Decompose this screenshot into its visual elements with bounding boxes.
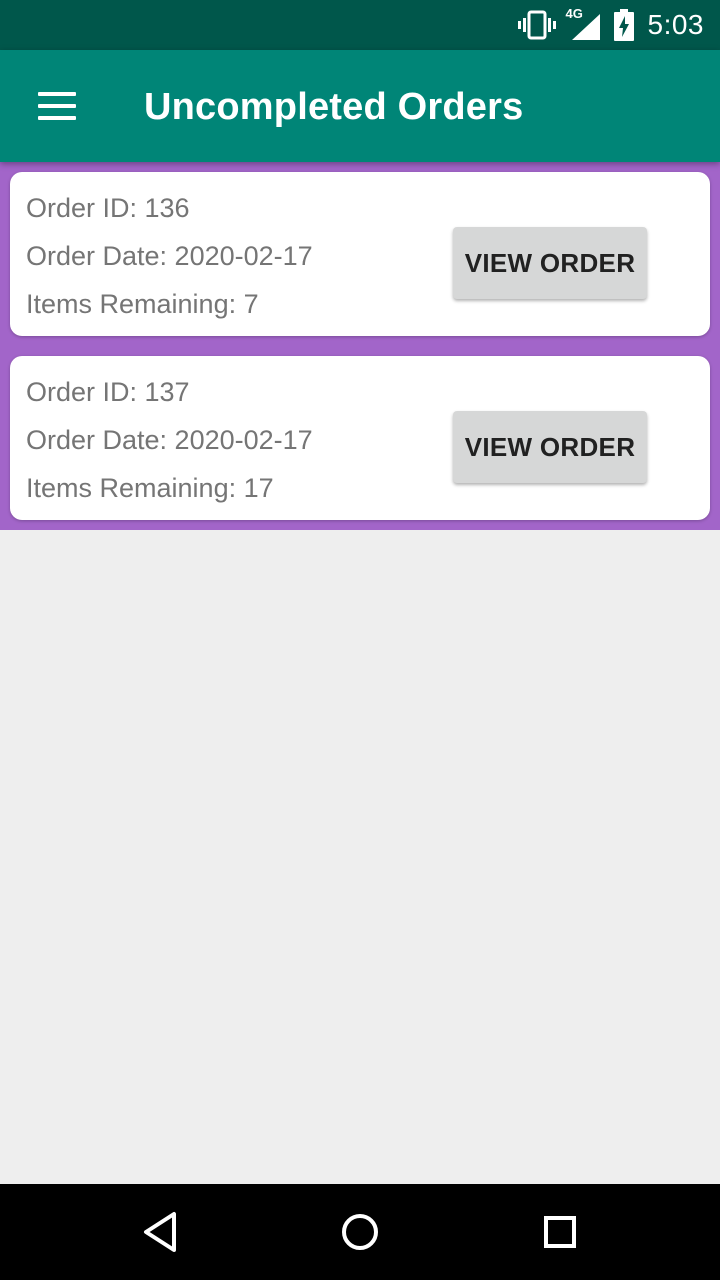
items-remaining: Items Remaining: 17 <box>26 473 274 503</box>
order-date: Order Date: 2020-02-17 <box>26 241 313 271</box>
view-order-button[interactable]: VIEW ORDER <box>453 227 647 299</box>
items-remaining: Items Remaining: 7 <box>26 289 259 319</box>
order-id: Order ID: 136 <box>26 193 190 223</box>
hamburger-menu-icon[interactable] <box>26 76 86 136</box>
orders-list: Order ID: 136 Order Date: 2020-02-17 Ite… <box>0 162 720 530</box>
order-id: Order ID: 137 <box>26 377 190 407</box>
navigation-bar <box>0 1184 720 1280</box>
signal-icon <box>571 14 600 40</box>
view-order-button[interactable]: VIEW ORDER <box>453 411 647 483</box>
status-bar: 4G 5:03 <box>0 0 720 50</box>
app-bar: Uncompleted Orders <box>0 50 720 162</box>
battery-charging-icon <box>613 9 634 41</box>
clock: 5:03 <box>647 9 704 40</box>
order-card: Order ID: 137 Order Date: 2020-02-17 Ite… <box>10 356 710 520</box>
order-card: Order ID: 136 Order Date: 2020-02-17 Ite… <box>10 172 710 336</box>
back-icon[interactable] <box>130 1202 190 1262</box>
vibrate-icon <box>517 10 556 40</box>
recents-icon[interactable] <box>530 1202 590 1262</box>
page-title: Uncompleted Orders <box>144 86 524 128</box>
home-icon[interactable] <box>330 1202 390 1262</box>
order-date: Order Date: 2020-02-17 <box>26 425 313 455</box>
